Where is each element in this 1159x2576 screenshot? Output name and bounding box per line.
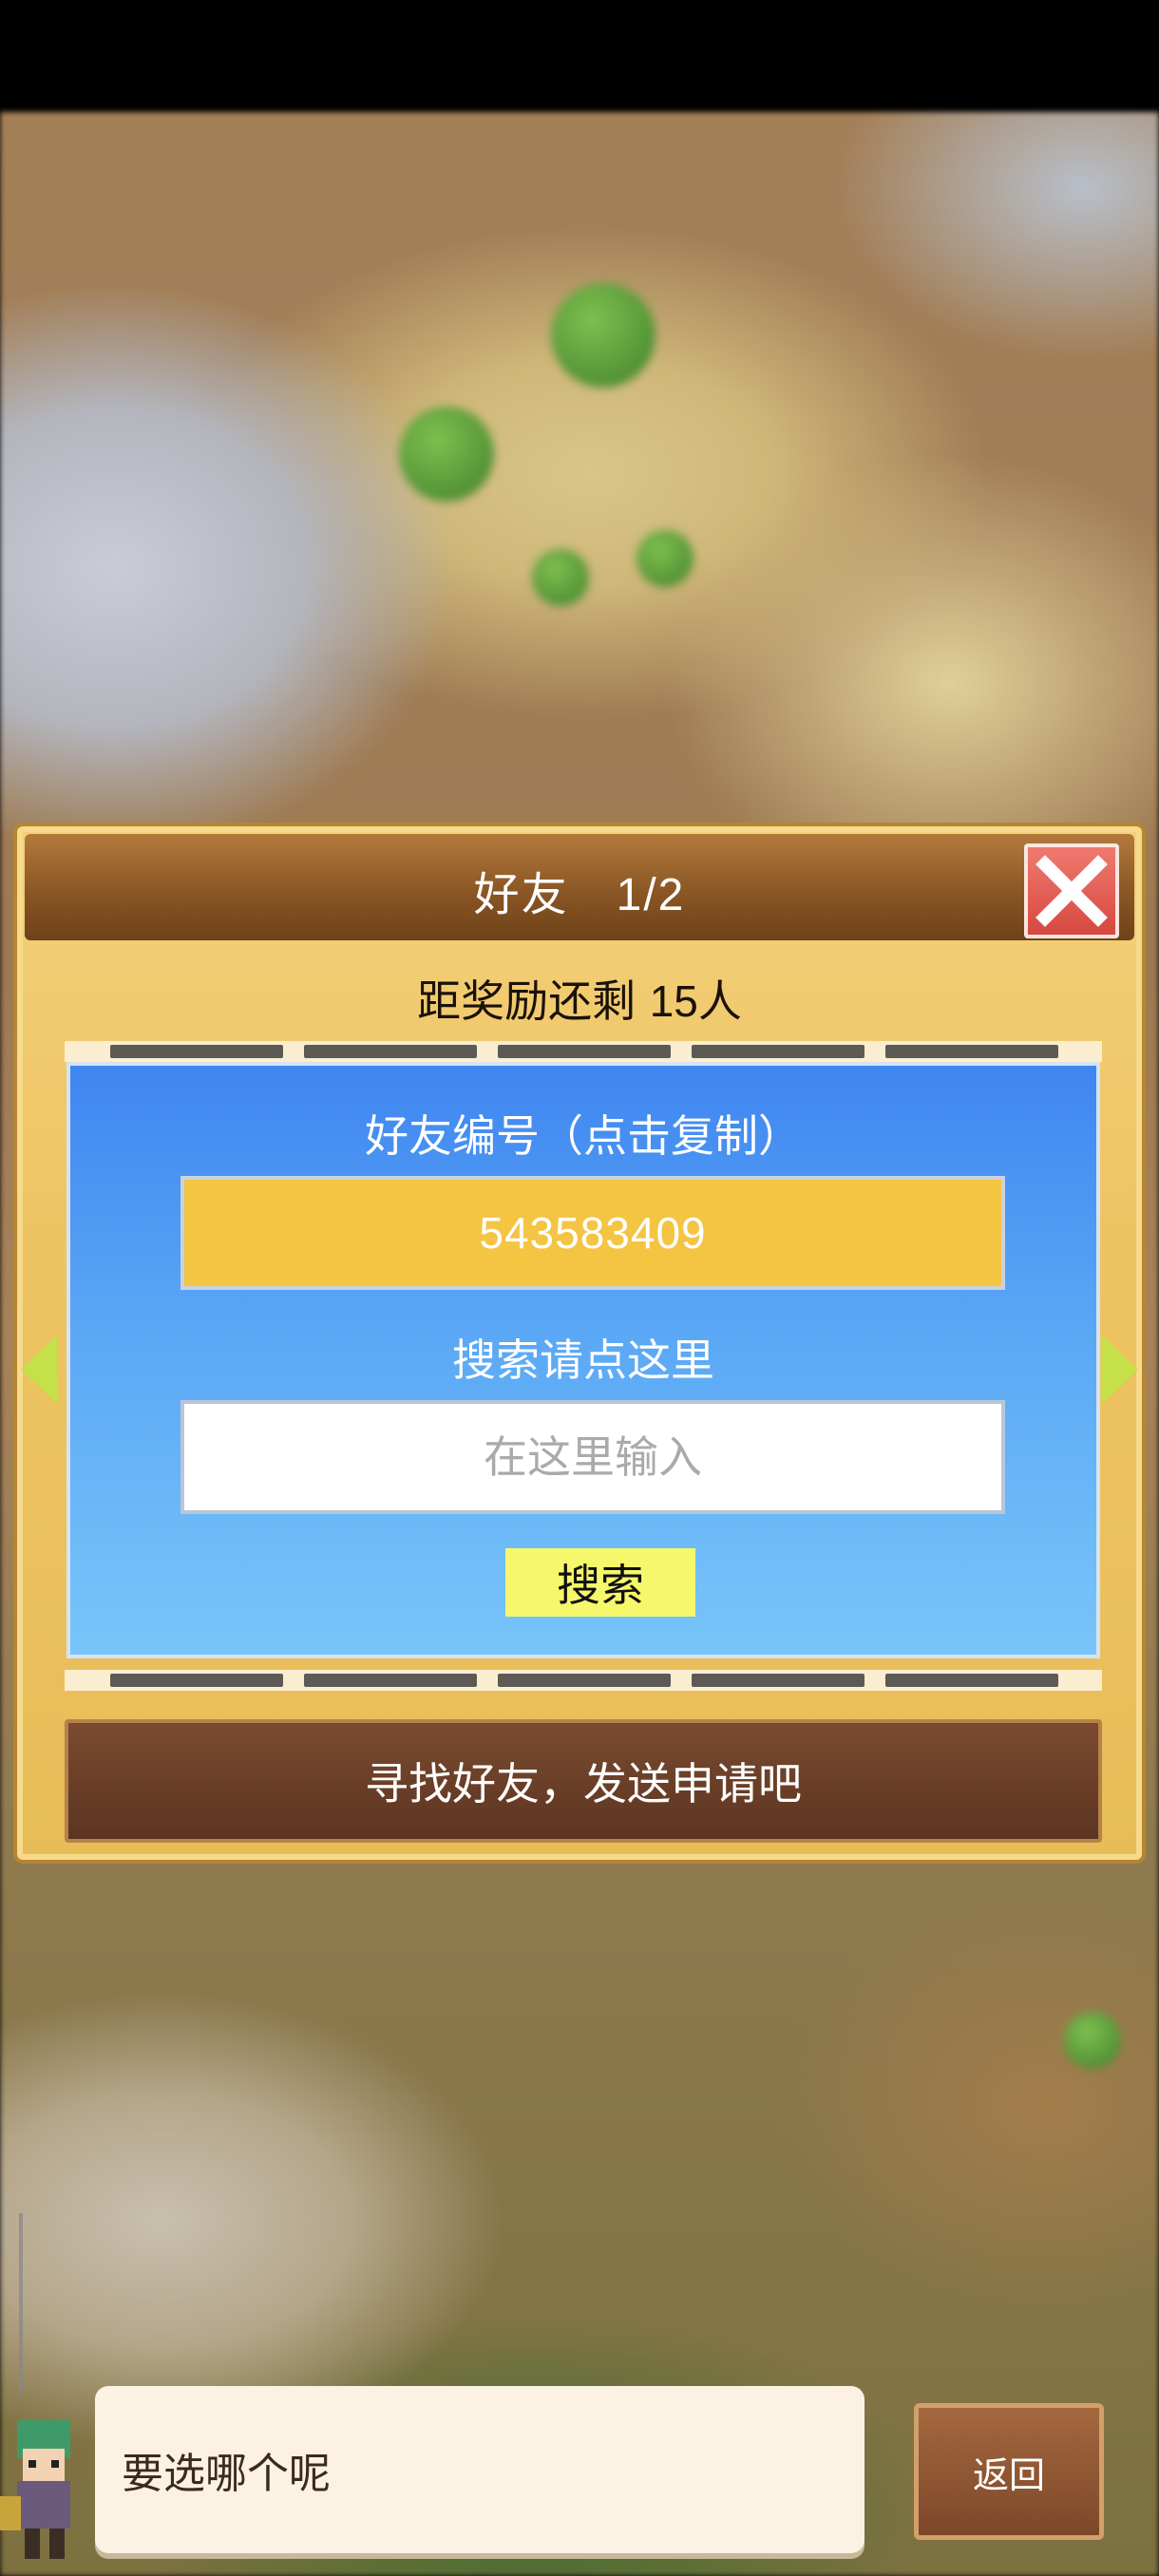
return-button[interactable]: 返回 [914,2403,1104,2540]
reward-prefix: 距奖励还剩 [417,975,650,1027]
tab-slot[interactable] [885,1674,1058,1687]
close-icon [1036,855,1108,927]
assistant-speech-bubble: 要选哪个呢 [95,2386,864,2553]
tab-slot[interactable] [498,1674,671,1687]
search-input[interactable] [180,1400,1005,1514]
assistant-message: 要选哪个呢 [122,2450,331,2498]
character-icon [0,2420,70,2559]
tab-strip-top [65,1041,1102,1062]
tab-slot[interactable] [692,1674,864,1687]
dialog-title-text: 好友 [473,868,569,921]
tree-icon [1064,2012,1121,2069]
reward-count: 15 [649,976,698,1026]
tab-slot[interactable] [692,1045,864,1058]
friend-code-label: 好友编号（点击复制） [365,1110,802,1162]
tab-slot[interactable] [110,1674,283,1687]
dialog-title: 好友 1/2 [25,857,1134,923]
status-bar [0,0,1159,112]
friend-code-value[interactable]: 543583409 [180,1176,1005,1290]
tab-strip-bottom [65,1670,1102,1691]
tab-slot[interactable] [304,1674,477,1687]
scroll-indicator [19,2213,23,2394]
tree-icon [551,283,656,388]
tree-icon [636,530,694,587]
dialog-header: 好友 1/2 [25,834,1134,940]
reward-suffix: 人 [697,975,742,1027]
tree-icon [399,407,494,502]
next-page-arrow-icon[interactable] [1102,1335,1138,1404]
page-indicator: 1/2 [616,870,686,920]
assistant-avatar [0,2420,95,2563]
search-button[interactable]: 搜索 [505,1548,695,1617]
tab-slot[interactable] [498,1045,671,1058]
find-friend-button[interactable]: 寻找好友，发送申请吧 [65,1719,1102,1843]
friend-search-panel: 好友编号（点击复制） 543583409 搜索请点这里 搜索 [66,1062,1100,1658]
tab-slot[interactable] [304,1045,477,1058]
friends-dialog: 好友 1/2 距奖励还剩 15人 好友编号（点击复制） 543583409 搜索请… [13,823,1146,1864]
tab-slot[interactable] [885,1045,1058,1058]
prev-page-arrow-icon[interactable] [21,1335,57,1404]
search-label: 搜索请点这里 [452,1335,714,1386]
reward-progress-text: 距奖励还剩 15人 [17,967,1142,1030]
tree-icon [532,549,589,606]
tab-slot[interactable] [110,1045,283,1058]
close-button[interactable] [1024,843,1119,938]
